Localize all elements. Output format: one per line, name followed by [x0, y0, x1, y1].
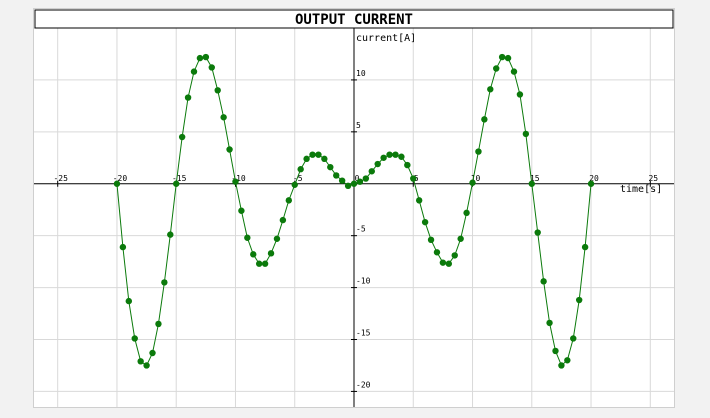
data-point: [510, 68, 518, 75]
data-point: [439, 259, 447, 266]
data-point: [350, 180, 358, 187]
data-point: [167, 231, 174, 238]
y-tick-label: -10: [356, 277, 371, 286]
x-axis-title: time[s]: [620, 184, 662, 195]
data-point: [457, 235, 464, 242]
data-point: [546, 319, 553, 327]
chart-frame: -25-20-15-10-50510152025-20-15-10-551015…: [33, 8, 675, 408]
data-point: [487, 86, 494, 93]
data-point: [552, 347, 559, 355]
y-tick-label: -15: [356, 329, 371, 338]
data-point: [327, 163, 334, 171]
axes: -25-20-15-10-50510152025-20-15-10-551015: [34, 17, 674, 407]
data-point: [374, 160, 381, 168]
data-point: [113, 180, 121, 187]
data-point: [149, 349, 156, 357]
data-point: [392, 151, 399, 158]
data-point: [255, 260, 263, 267]
data-point: [119, 243, 127, 251]
data-point: [362, 175, 370, 182]
data-point: [178, 133, 186, 141]
data-point: [303, 155, 310, 163]
data-point: [285, 197, 293, 204]
data-point: [137, 358, 144, 365]
data-point: [161, 279, 168, 286]
data-point: [398, 153, 405, 160]
data-point: [528, 180, 535, 187]
data-point: [190, 68, 198, 75]
data-point: [540, 278, 547, 285]
data-point: [356, 178, 364, 185]
data-point: [297, 166, 304, 173]
data-point: [143, 362, 150, 369]
x-tick-label: 25: [648, 174, 658, 183]
x-tick-label: -5: [293, 174, 303, 183]
data-point: [291, 181, 298, 188]
data-point: [421, 218, 429, 226]
data-point: [184, 94, 192, 101]
y-tick-label: 10: [356, 69, 366, 78]
data-point: [415, 197, 423, 204]
x-tick-label: -25: [53, 174, 68, 183]
data-point: [125, 297, 133, 305]
data-point: [570, 335, 577, 342]
data-point: [232, 178, 239, 185]
y-axis-title: current[A]: [356, 33, 416, 44]
data-point: [534, 229, 541, 236]
data-point: [433, 249, 441, 256]
data-point: [410, 175, 417, 182]
data-point: [493, 65, 500, 72]
data-point: [267, 250, 275, 257]
data-point: [220, 114, 227, 121]
data-point: [208, 64, 215, 71]
chart-svg: -25-20-15-10-50510152025-20-15-10-551015…: [34, 9, 674, 407]
y-tick-label: 5: [356, 121, 361, 130]
data-point: [238, 207, 245, 214]
data-point: [315, 151, 322, 158]
data-point: [309, 151, 316, 158]
data-point: [558, 362, 565, 369]
data-point: [404, 161, 411, 169]
data-point: [469, 179, 476, 186]
data-point: [504, 54, 512, 62]
data-point: [344, 182, 352, 190]
data-point: [338, 177, 346, 184]
data-point: [427, 236, 435, 244]
data-point: [321, 155, 328, 163]
data-point: [522, 130, 530, 138]
data-point: [273, 235, 281, 242]
data-point: [261, 260, 269, 267]
data-point: [451, 252, 458, 259]
data-point: [475, 148, 482, 155]
data-point: [516, 91, 524, 98]
y-tick-label: -5: [356, 225, 366, 234]
data-point: [564, 357, 571, 364]
data-point: [196, 54, 204, 62]
data-point: [131, 335, 138, 342]
data-point: [481, 116, 488, 123]
data-point: [250, 251, 257, 258]
data-point: [214, 87, 221, 94]
data-point: [368, 168, 375, 175]
y-tick-label: -20: [356, 380, 371, 389]
data-point: [333, 172, 340, 179]
data-point: [445, 260, 453, 267]
data-point: [226, 146, 233, 153]
data-point: [581, 243, 589, 251]
title-bar: OUTPUT CURRENT: [34, 9, 674, 29]
data-point: [202, 53, 210, 61]
data-point: [279, 216, 287, 224]
chart-title: OUTPUT CURRENT: [295, 12, 413, 28]
data-point: [463, 209, 470, 217]
data-point: [386, 151, 393, 158]
data-point: [173, 180, 180, 187]
data-point: [498, 53, 506, 61]
data-point: [155, 320, 162, 328]
data-point: [244, 234, 251, 241]
data-point: [575, 296, 583, 304]
data-point: [587, 180, 595, 187]
data-point: [380, 154, 387, 161]
